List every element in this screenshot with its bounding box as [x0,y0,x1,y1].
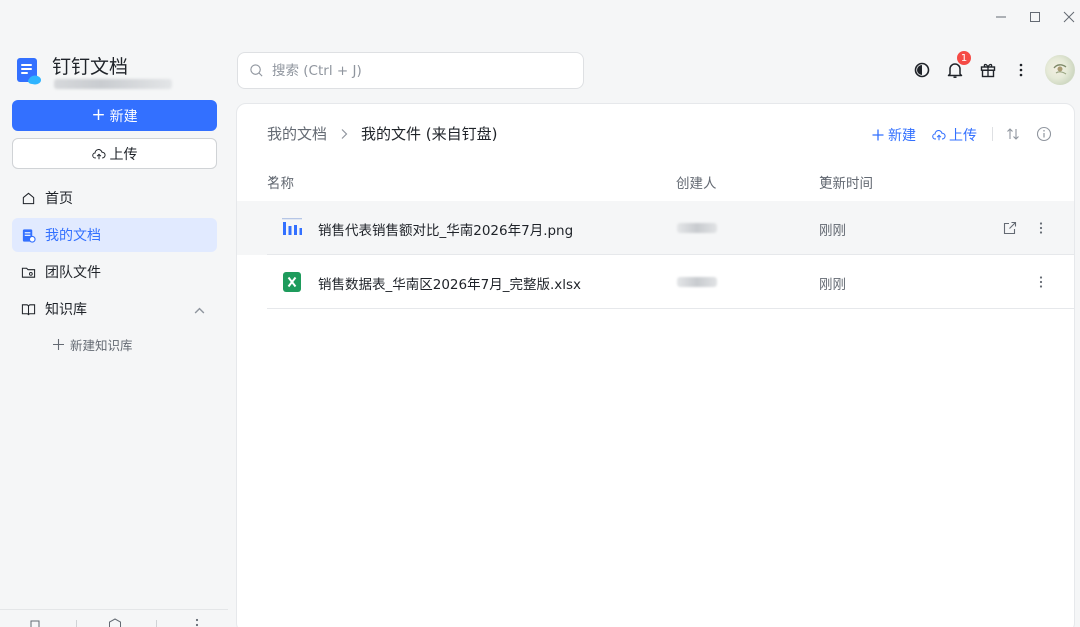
team-folder-icon [21,267,36,278]
table-row[interactable]: 销售数据表_华南区2026年7月_完整版.xlsx 刚刚 [237,255,1074,309]
title-bar [0,0,1080,38]
excel-file-icon [281,271,303,293]
dingtalk-doc-logo-icon [16,56,42,86]
column-name-label: 名称 [267,176,294,192]
main-new-label: 新建 [888,128,916,144]
maximize-button[interactable] [1022,6,1048,28]
more-icon [1039,222,1043,234]
gift-button[interactable] [979,61,997,79]
column-name[interactable]: 名称 [267,172,294,192]
more-menu-button[interactable] [1012,61,1030,79]
file-name[interactable]: 销售代表销售额对比_华南2026年7月.png [318,219,573,239]
plus-icon: + [91,105,106,125]
breadcrumb-current: 我的文件 (来自钉盘) [361,125,498,143]
avatar-image [1053,64,1067,75]
sidebar: 钉钉文档 + 新建 上传 首页 我的文档 团队文件 知识库 新建知识库 [0,38,232,627]
column-creator-label: 创建人 [676,176,717,192]
recycle-bin-icon[interactable] [28,618,42,627]
chart-image-file-icon [281,217,303,239]
theme-toggle-button[interactable] [913,61,931,79]
my-docs-icon [22,228,36,243]
sidebar-item-home[interactable]: 首页 [12,181,217,215]
column-updated[interactable]: 更新时间 [819,172,873,192]
search-box[interactable] [237,52,584,89]
divider [76,620,77,627]
plus-icon [53,339,64,350]
settings-icon[interactable] [108,618,122,627]
sidebar-footer [0,609,228,627]
breadcrumb-my-docs[interactable]: 我的文档 [267,123,327,144]
more-icon[interactable] [190,618,204,627]
chevron-right-icon [341,128,348,139]
notification-badge: 1 [956,50,972,66]
cloud-upload-icon [932,130,946,141]
sidebar-item-label: 我的文档 [45,228,101,244]
open-external-icon [1003,221,1017,235]
main-panel: 我的文档 我的文件 (来自钉盘) 新建 上传 名称 创建人 更新时间 销售代表销… [236,103,1075,627]
new-knowledge-base-button[interactable]: 新建知识库 [52,335,133,354]
sidebar-item-knowledge-base[interactable]: 知识库 [12,292,217,326]
info-icon [1036,126,1052,142]
book-icon [21,303,36,315]
gift-icon [980,63,996,78]
sidebar-item-my-docs[interactable]: 我的文档 [12,218,217,252]
divider [992,127,993,141]
divider [156,620,157,627]
theme-toggle-icon [914,62,930,78]
chevron-up-icon[interactable] [192,303,207,318]
main-new-button[interactable]: 新建 [871,125,916,145]
updated-time: 刚刚 [819,277,846,293]
main-upload-button[interactable]: 上传 [932,125,977,145]
info-button[interactable] [1036,126,1052,142]
table-header: 名称 创建人 更新时间 [267,172,1067,192]
row-more-button[interactable] [1033,220,1049,236]
close-icon [1063,11,1075,23]
plus-icon [872,129,884,141]
search-input[interactable] [272,62,562,79]
updated-time: 刚刚 [819,223,846,239]
close-window-button[interactable] [1056,6,1080,28]
new-button-label: 新建 [109,108,138,125]
brand: 钉钉文档 [16,56,172,89]
sort-icon [1007,128,1019,140]
search-icon [250,64,263,77]
row-divider [267,308,1074,309]
row-more-button[interactable] [1033,274,1049,290]
sidebar-item-label: 首页 [45,191,73,207]
more-icon [1019,63,1023,77]
account-name-blurred [54,79,172,89]
sidebar-item-label: 团队文件 [45,265,101,281]
upload-button[interactable]: 上传 [12,138,217,169]
minimize-icon [996,16,1006,18]
maximize-icon [1030,12,1040,22]
app-title: 钉钉文档 [52,56,129,78]
more-icon [1039,276,1043,288]
new-button[interactable]: + 新建 [12,100,217,131]
file-name[interactable]: 销售数据表_华南区2026年7月_完整版.xlsx [318,273,581,293]
sort-button[interactable] [1005,126,1021,142]
main-upload-label: 上传 [949,128,977,144]
column-updated-label: 更新时间 [819,176,873,192]
sidebar-item-label: 知识库 [45,302,87,318]
creator-blurred [677,277,717,287]
cloud-upload-icon [91,148,106,159]
avatar[interactable] [1045,55,1075,85]
upload-button-label: 上传 [109,146,138,163]
creator-blurred [677,223,717,233]
sidebar-item-team-files[interactable]: 团队文件 [12,255,217,289]
home-icon [22,192,35,204]
open-external-button[interactable] [1002,220,1018,236]
new-knowledge-base-label: 新建知识库 [70,338,133,353]
table-row[interactable]: 销售代表销售额对比_华南2026年7月.png 刚刚 [237,201,1074,255]
breadcrumb: 我的文档 我的文件 (来自钉盘) [267,123,498,144]
minimize-button[interactable] [988,6,1014,28]
